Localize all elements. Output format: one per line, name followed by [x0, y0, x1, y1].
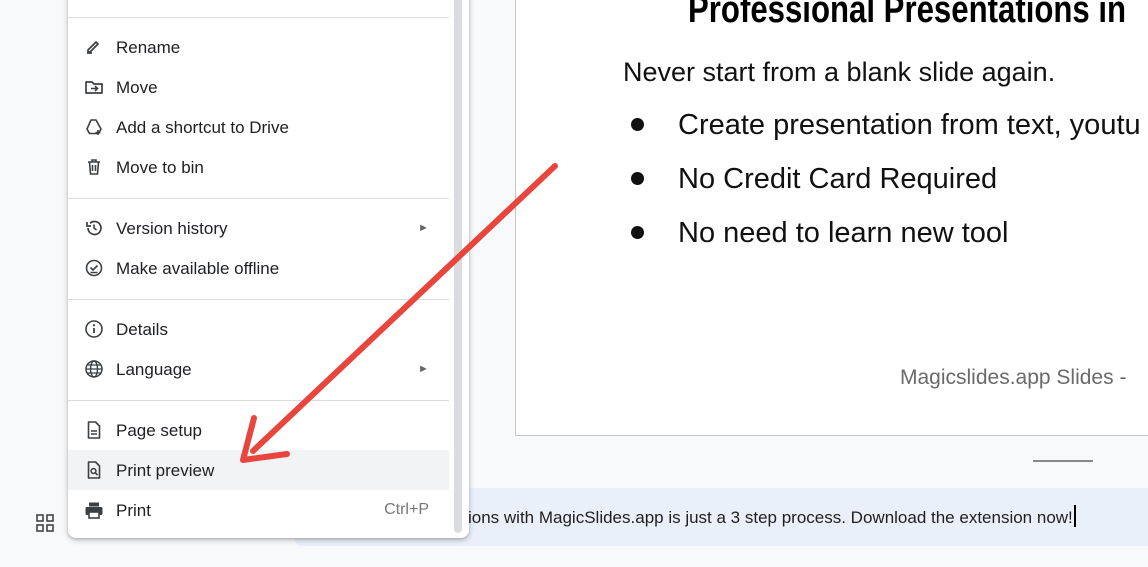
submenu-arrow-icon: ►: [418, 222, 429, 234]
bullet-dot-icon: [631, 118, 644, 131]
slide-bullet[interactable]: No need to learn new tool: [631, 217, 1141, 271]
rename-icon: [84, 37, 104, 57]
drive-shortcut-icon: [84, 117, 104, 137]
menu-item-label: Details: [116, 320, 168, 339]
menu-item-make-offline[interactable]: Make available offline: [68, 248, 449, 288]
menu-item-version-history[interactable]: Version history ►: [68, 208, 449, 248]
bullet-dot-icon: [631, 226, 644, 239]
menu-item-label: Rename: [116, 38, 181, 57]
menu-item-label: Move to bin: [116, 158, 204, 177]
move-folder-icon: [84, 77, 104, 97]
menu-item-label: Add a shortcut to Drive: [116, 118, 289, 137]
globe-icon: [84, 359, 104, 379]
menu-separator: [68, 198, 449, 199]
menu-item-page-setup[interactable]: Page setup: [68, 410, 449, 450]
text-cursor: [1073, 505, 1076, 527]
bullet-dot-icon: [631, 172, 644, 185]
offline-icon: [84, 258, 104, 278]
slide-canvas[interactable]: Professional Presentations in Never star…: [515, 0, 1148, 436]
menu-item-label: Print preview: [116, 461, 215, 480]
printer-icon: [84, 500, 104, 520]
menu-item-label: Version history: [116, 219, 228, 238]
speaker-notes-text[interactable]: ions with MagicSlides.app is just a 3 st…: [468, 505, 1076, 528]
slide-title[interactable]: Professional Presentations in: [688, 0, 1126, 32]
file-menu-dropdown[interactable]: Rename Move Add a shortcut to Drive Move…: [68, 0, 469, 538]
menu-separator: [68, 400, 449, 401]
submenu-arrow-icon: ►: [418, 363, 429, 375]
menu-item-details[interactable]: Details: [68, 309, 449, 349]
menu-item-print-preview[interactable]: Print preview: [68, 450, 449, 490]
trash-icon: [84, 157, 104, 177]
slide-subtitle[interactable]: Never start from a blank slide again.: [623, 57, 1055, 88]
menu-item-label: Page setup: [116, 421, 203, 440]
slide-bullet[interactable]: No Credit Card Required: [631, 163, 1141, 217]
keyboard-shortcut: Ctrl+P: [384, 501, 429, 518]
menu-item-label: Make available offline: [116, 259, 280, 278]
menu-item-label: Print: [116, 501, 151, 520]
slide-footer[interactable]: Magicslides.app Slides -: [900, 366, 1126, 390]
menu-separator: [68, 17, 449, 18]
info-icon: [84, 319, 104, 339]
grid-view-icon[interactable]: [36, 514, 54, 532]
print-preview-icon: [84, 460, 104, 480]
menu-item-rename[interactable]: Rename: [68, 27, 449, 67]
menu-item-label: Move: [116, 78, 158, 97]
menu-separator: [68, 299, 449, 300]
menu-item-label: Language: [116, 360, 192, 379]
slide-bullet[interactable]: Create presentation from text, youtu: [631, 109, 1141, 163]
menu-item-move[interactable]: Move: [68, 67, 449, 107]
slide-bullet-list[interactable]: Create presentation from text, youtu No …: [631, 109, 1141, 271]
history-icon: [84, 218, 104, 238]
menu-item-language[interactable]: Language ►: [68, 349, 449, 389]
menu-item-add-shortcut[interactable]: Add a shortcut to Drive: [68, 107, 449, 147]
page-setup-icon: [84, 420, 104, 440]
menu-scrollbar[interactable]: [454, 0, 462, 533]
menu-item-move-to-bin[interactable]: Move to bin: [68, 147, 449, 187]
menu-item-print[interactable]: Print Ctrl+P: [68, 490, 449, 530]
filmstrip-divider: [1033, 460, 1093, 462]
